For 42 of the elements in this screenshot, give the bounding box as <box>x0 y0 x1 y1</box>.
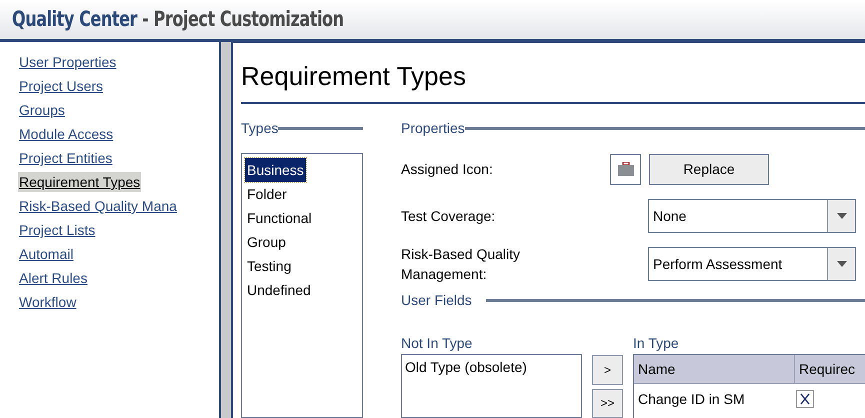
risk-assessment-select[interactable]: Perform Assessment <box>648 247 856 281</box>
table-cell-text: Change ID in SM <box>637 390 746 409</box>
section-label: Properties <box>401 119 465 138</box>
sidebar-link[interactable]: Workflow <box>18 292 78 312</box>
sidebar-link[interactable]: Project Users <box>18 76 104 96</box>
type-item[interactable]: Undefined <box>245 278 313 302</box>
field-label: Test Coverage: <box>401 206 496 226</box>
type-item[interactable]: Functional <box>245 206 314 230</box>
type-item[interactable]: Testing <box>245 254 294 278</box>
type-item[interactable]: Group <box>245 230 288 254</box>
not-in-type-list[interactable]: Old Type (obsolete) <box>401 354 582 418</box>
page-title: Requirement Types <box>241 51 865 104</box>
field-label: Assigned Icon: <box>401 160 494 179</box>
field-item[interactable]: Old Type (obsolete) <box>405 357 581 378</box>
sidebar-link[interactable]: Alert Rules <box>18 268 88 288</box>
type-item[interactable]: Folder <box>245 182 289 206</box>
sidebar-link[interactable]: Module Access <box>18 124 114 144</box>
briefcase-icon <box>610 154 641 184</box>
splitter-bar[interactable] <box>219 42 231 418</box>
sidebar-link[interactable]: Project Lists <box>18 220 96 240</box>
column-header[interactable]: Requirec <box>795 355 865 383</box>
column-header[interactable]: Name <box>634 355 795 383</box>
move-button[interactable]: >> <box>592 388 623 418</box>
required-checkbox[interactable] <box>796 390 814 408</box>
section-label: User Fields <box>401 291 472 310</box>
section-label: Types <box>241 119 278 138</box>
sidebar-link[interactable]: Automail <box>18 244 74 264</box>
list-label: Not In Type <box>401 334 474 353</box>
move-button[interactable]: > <box>592 355 623 384</box>
sidebar-link[interactable]: User Properties <box>18 52 118 72</box>
types-list[interactable]: Business Folder Functional Group Testing Undefined <box>241 153 363 418</box>
sidebar-link[interactable]: Risk-Based Quality Mana <box>18 196 178 216</box>
field-label: Risk-Based Quality Management: <box>401 245 522 284</box>
replace-button[interactable]: Replace <box>649 154 769 184</box>
list-label: In Type <box>633 334 680 353</box>
app-title: Quality Center - Project Customization <box>12 6 344 33</box>
type-item[interactable]: Business <box>245 158 306 182</box>
sidebar-link[interactable]: Requirement Types <box>18 172 142 192</box>
cross-mark-icon <box>800 393 810 405</box>
sidebar-link[interactable]: Groups <box>18 100 66 120</box>
test-coverage-select[interactable]: None <box>648 199 856 233</box>
sidebar-link[interactable]: Project Entities <box>18 148 114 168</box>
